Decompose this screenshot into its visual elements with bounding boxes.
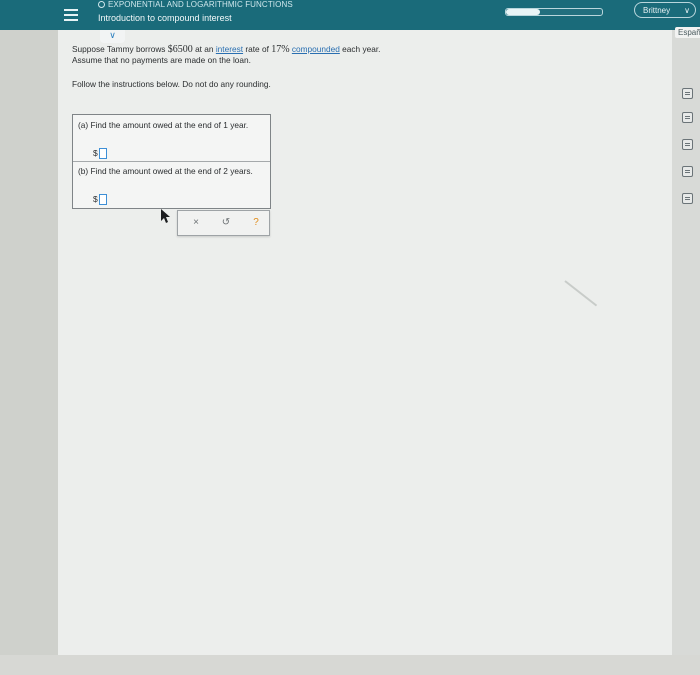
interest-rate: 17% [271, 44, 290, 55]
notes-icon[interactable] [682, 166, 693, 177]
currency-symbol: $ [93, 148, 98, 158]
mail-icon[interactable] [682, 193, 693, 204]
interest-link[interactable]: interest [216, 44, 243, 54]
user-menu[interactable]: Brittney ∨ [634, 2, 696, 18]
currency-symbol: $ [93, 194, 98, 204]
undo-button[interactable]: ↺ [218, 217, 234, 229]
chevron-down-icon: ∨ [109, 30, 116, 40]
clear-button[interactable]: × [188, 217, 204, 229]
user-name: Brittney [643, 6, 671, 15]
part-a-prompt: (a) Find the amount owed at the end of 1… [78, 120, 249, 130]
calculator-icon[interactable] [682, 88, 693, 99]
progress-fill [506, 9, 540, 15]
problem-line-2: Assume that no payments are made on the … [72, 55, 251, 65]
topic-category: EXPONENTIAL AND LOGARITHMIC FUNCTIONS [98, 0, 293, 9]
part-b-input[interactable] [98, 194, 107, 205]
problem-statement: Suppose Tammy borrows $6500 at an intere… [72, 44, 380, 66]
top-header: EXPONENTIAL AND LOGARITHMIC FUNCTIONS In… [0, 0, 700, 30]
principal-amount: $6500 [167, 44, 193, 55]
part-b-answer: $ [93, 194, 107, 205]
part-a-input[interactable] [98, 148, 107, 159]
part-a: (a) Find the amount owed at the end of 1… [73, 115, 270, 162]
instructions: Follow the instructions below. Do not do… [72, 79, 271, 89]
photo-frame-right [672, 0, 700, 675]
video-icon[interactable] [682, 112, 693, 123]
photo-frame-left [0, 0, 58, 675]
answer-action-bar: × ↺ ? [177, 210, 270, 236]
part-b: (b) Find the amount owed at the end of 2… [73, 161, 270, 208]
progress-bar [505, 8, 603, 16]
answer-box: (a) Find the amount owed at the end of 1… [72, 114, 271, 209]
language-toggle[interactable]: Españ [675, 27, 700, 38]
part-b-prompt: (b) Find the amount owed at the end of 2… [78, 166, 253, 176]
topic-title: Introduction to compound interest [98, 13, 232, 23]
compounded-link[interactable]: compounded [292, 44, 340, 54]
chevron-down-icon: ∨ [684, 6, 690, 15]
part-a-answer: $ [93, 148, 107, 159]
topic-circle-icon [98, 1, 105, 9]
photo-frame-bottom [0, 655, 700, 675]
help-button[interactable]: ? [248, 217, 264, 229]
menu-icon[interactable] [64, 6, 78, 22]
book-icon[interactable] [682, 139, 693, 150]
mouse-cursor-icon [161, 209, 170, 223]
collapse-header-button[interactable]: ∨ [100, 30, 125, 43]
problem-line-1: Suppose Tammy borrows $6500 at an intere… [72, 44, 381, 55]
